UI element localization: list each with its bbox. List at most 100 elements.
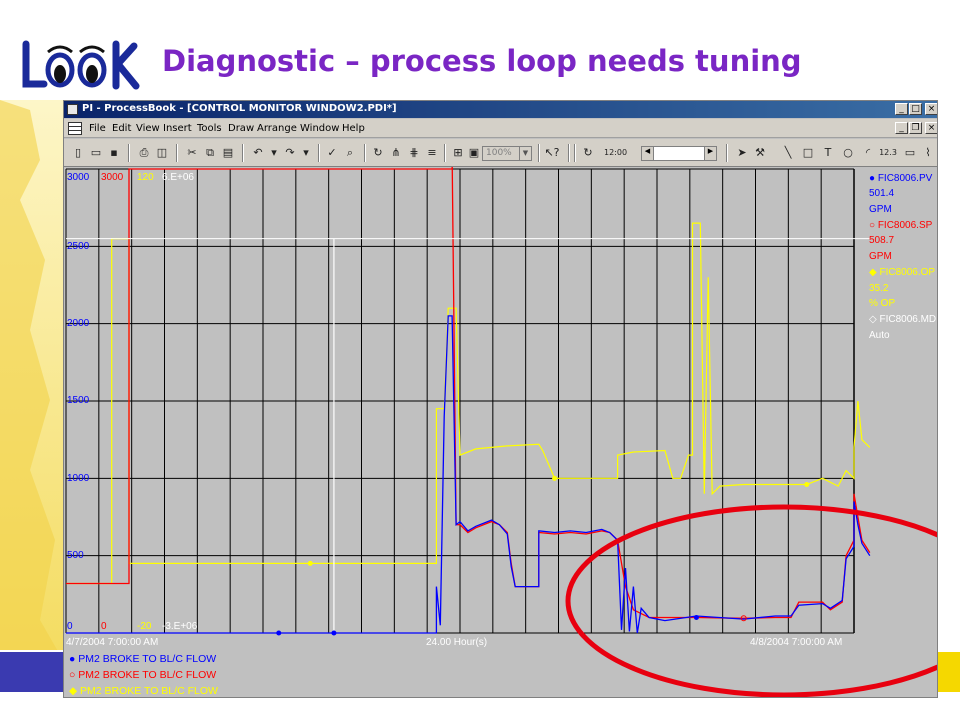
menu-tools[interactable]: Tools <box>197 123 222 134</box>
chevron-left-icon[interactable]: ◀ <box>642 147 654 160</box>
refresh-icon[interactable]: ↻ <box>370 145 386 161</box>
hammer-icon[interactable]: ⚒ <box>752 145 768 161</box>
time-end-label: 4/8/2004 7:00:00 AM <box>750 637 843 648</box>
undo-icon[interactable]: ↶ <box>250 145 266 161</box>
processbook-window[interactable]: PI - ProcessBook - [CONTROL MONITOR WIND… <box>63 100 938 698</box>
minimize-button[interactable]: _ <box>895 103 908 115</box>
title-bar[interactable]: PI - ProcessBook - [CONTROL MONITOR WIND… <box>64 101 937 118</box>
y-tick-1000: 1000 <box>67 473 90 484</box>
text-tool-icon[interactable]: T <box>820 145 836 161</box>
time-range-button[interactable]: 12:00 <box>604 145 627 161</box>
button-tool-icon[interactable]: ▭ <box>902 145 918 161</box>
trend-display[interactable]: 3000 3000 120 6.E+06 2500 2000 1500 1000… <box>64 167 938 698</box>
menu-draw[interactable]: Draw <box>228 123 254 134</box>
legend-pv-unit: GPM <box>869 204 892 215</box>
arc-tool-icon[interactable]: ◜ <box>860 145 876 161</box>
pv-marker <box>276 630 282 636</box>
trend-plot[interactable] <box>64 167 938 698</box>
op-marker <box>552 475 558 481</box>
help-pointer-icon[interactable]: ↖? <box>544 145 560 161</box>
legend-op-marker: ◆ <box>869 267 880 278</box>
menu-file[interactable]: File <box>89 123 106 134</box>
pv-scale-bottom: 0 <box>67 621 73 632</box>
copy-icon[interactable]: ⧉ <box>202 145 218 161</box>
legend-op-value: 35.2 <box>869 283 889 294</box>
slide-title: Diagnostic – process loop needs tuning <box>162 44 802 78</box>
pv-marker <box>331 630 337 636</box>
menu-help[interactable]: Help <box>342 123 365 134</box>
op-marker <box>804 482 810 488</box>
select-arrow-icon[interactable]: ➤ <box>734 145 750 161</box>
chevron-right-icon[interactable]: ▶ <box>704 147 716 160</box>
legend-md[interactable]: ◇ FIC8006.MD <box>869 314 936 325</box>
menu-insert[interactable]: Insert <box>163 123 192 134</box>
md-scale-bottom: -3.E+06 <box>162 621 198 632</box>
menu-window[interactable]: Window <box>300 123 339 134</box>
menu-edit[interactable]: Edit <box>112 123 131 134</box>
tree-alt-icon[interactable]: ⋕ <box>406 145 422 161</box>
binoculars-icon[interactable]: ⌕ <box>342 145 358 161</box>
toolbar: ▯ ▭ ▪ ⎙ ◫ ✂ ⧉ ▤ ↶ ▾ ↷ ▾ ✓ ⌕ ↻ ⋔ ⋕ ≡ ⊞ ▣ … <box>64 139 937 167</box>
legend-sp[interactable]: ○ FIC8006.SP <box>869 220 932 231</box>
y-tick-2500: 2500 <box>67 241 90 252</box>
y-tick-500: 500 <box>67 550 84 561</box>
zoom-select[interactable]: 100% ▼ <box>482 146 532 161</box>
open-icon[interactable]: ▭ <box>88 145 104 161</box>
print-preview-icon[interactable]: ◫ <box>154 145 170 161</box>
image-icon[interactable]: ▣ <box>466 145 482 161</box>
op-marker <box>307 560 313 566</box>
doc-restore-button[interactable]: ❐ <box>909 122 922 134</box>
bottom-legend-sp[interactable]: ○ PM2 BROKE TO BL/C FLOW <box>69 669 216 681</box>
menu-bar: File Edit View Insert Tools Draw Arrange… <box>64 119 937 138</box>
paste-icon[interactable]: ▤ <box>220 145 236 161</box>
line-tool-icon[interactable]: ╲ <box>780 145 796 161</box>
pv-marker <box>693 615 699 621</box>
legend-md-value: Auto <box>869 330 890 341</box>
pv-scale-top: 3000 <box>67 172 90 183</box>
redo-icon[interactable]: ↷ <box>282 145 298 161</box>
bottom-legend-op[interactable]: ◆ PM2 BROKE TO BL/C FLOW <box>69 685 218 697</box>
ellipse-tool-icon[interactable]: ○ <box>840 145 856 161</box>
value-tool-icon[interactable]: 12.3 <box>878 145 898 161</box>
doc-close-button[interactable]: × <box>925 122 937 134</box>
menu-view[interactable]: View <box>136 123 160 134</box>
checkmark-icon[interactable]: ✓ <box>324 145 340 161</box>
chevron-down-icon[interactable]: ▼ <box>519 147 531 160</box>
layout-icon[interactable]: ⊞ <box>450 145 466 161</box>
redo-dropdown-icon[interactable]: ▾ <box>298 145 314 161</box>
close-button[interactable]: × <box>925 103 937 115</box>
print-icon[interactable]: ⎙ <box>136 145 152 161</box>
time-span-label: 24.00 Hour(s) <box>426 637 488 648</box>
save-icon[interactable]: ▪ <box>106 145 122 161</box>
op-scale-top: 120 <box>137 172 154 183</box>
rectangle-tool-icon[interactable]: □ <box>800 145 816 161</box>
cut-icon[interactable]: ✂ <box>184 145 200 161</box>
time-start-label: 4/7/2004 7:00:00 AM <box>66 637 159 648</box>
legend-sp-value: 508.7 <box>869 235 895 246</box>
tags-icon[interactable]: ≡ <box>424 145 440 161</box>
time-refresh-icon[interactable]: ↻ <box>580 145 596 161</box>
y-tick-2000: 2000 <box>67 318 90 329</box>
y-tick-1500: 1500 <box>67 395 90 406</box>
bottom-legend-pv[interactable]: ● PM2 BROKE TO BL/C FLOW <box>69 653 216 665</box>
md-scale-top: 6.E+06 <box>162 172 194 183</box>
op-scale-bottom: -20 <box>137 621 152 632</box>
app-icon <box>67 104 78 115</box>
document-icon[interactable] <box>68 122 82 135</box>
legend-op-unit: % OP <box>869 298 896 309</box>
undo-dropdown-icon[interactable]: ▾ <box>266 145 282 161</box>
maximize-button[interactable]: □ <box>909 103 922 115</box>
time-slider[interactable]: ◀ ▶ <box>641 146 717 161</box>
window-title: PI - ProcessBook - [CONTROL MONITOR WIND… <box>82 103 397 114</box>
sp-scale-top: 3000 <box>101 172 124 183</box>
tree-icon[interactable]: ⋔ <box>388 145 404 161</box>
legend-pv-value: 501.4 <box>869 188 895 199</box>
doc-minimize-button[interactable]: _ <box>895 122 908 134</box>
legend-md-marker: ◇ <box>869 314 880 325</box>
new-icon[interactable]: ▯ <box>70 145 86 161</box>
trend-tool-icon[interactable]: ⌇ <box>920 145 936 161</box>
legend-pv[interactable]: ● FIC8006.PV <box>869 173 932 184</box>
menu-arrange[interactable]: Arrange <box>257 123 297 134</box>
legend-pv-marker: ● <box>869 173 878 184</box>
legend-op[interactable]: ◆ FIC8006.OP <box>869 267 935 278</box>
